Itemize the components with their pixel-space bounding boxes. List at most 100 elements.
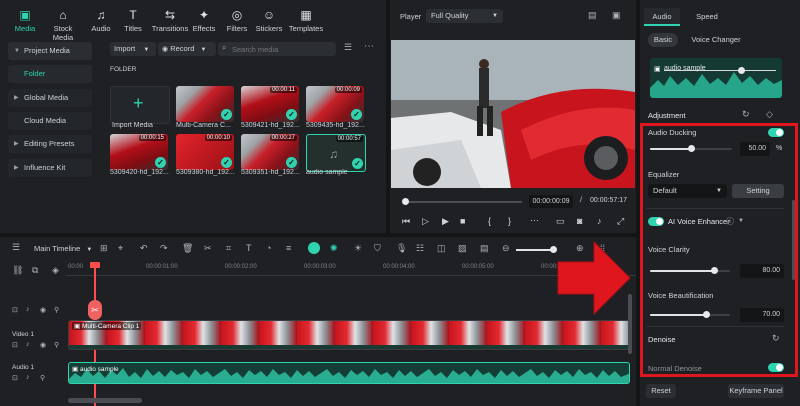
- import-dropdown[interactable]: Import ▼: [110, 42, 156, 56]
- delete-icon[interactable]: 🗑: [182, 243, 193, 254]
- toolbar-templates[interactable]: ▦ Templates: [287, 8, 325, 33]
- sidebar-item-folder[interactable]: Folder: [8, 65, 92, 83]
- import-media-tile[interactable]: +: [110, 86, 170, 124]
- subtab-voice-changer[interactable]: Voice Changer: [688, 33, 744, 47]
- toolbar-transitions[interactable]: ⇆ Transitions: [150, 8, 190, 33]
- camera-icon[interactable]: ◙: [577, 216, 582, 226]
- media-thumb-audio-sample[interactable]: 00:00:57 ♫ ✓: [306, 134, 366, 172]
- toolbar-media[interactable]: ▣ Media: [8, 8, 42, 33]
- ai-voice-enhancer-toggle[interactable]: [648, 217, 664, 226]
- prev-frame-icon[interactable]: ⏮: [402, 216, 410, 227]
- layout-icon[interactable]: ⊞: [100, 243, 108, 254]
- record-dropdown[interactable]: ◉ Record ▼: [158, 42, 216, 56]
- redo-icon[interactable]: ↷: [160, 243, 168, 254]
- play-icon[interactable]: ▶: [442, 216, 449, 227]
- help-icon[interactable]: ⓘ: [726, 216, 734, 227]
- link-icon[interactable]: ⛓: [12, 265, 23, 276]
- select-tool-icon[interactable]: ⌖: [118, 243, 123, 254]
- track-lock-icon[interactable]: ⊡: [12, 306, 18, 314]
- track-lock-icon[interactable]: ⊡: [12, 341, 18, 349]
- stop-icon[interactable]: ■: [460, 216, 465, 226]
- speech-icon[interactable]: ◫: [437, 243, 446, 254]
- more-icon[interactable]: ⋯: [364, 41, 374, 52]
- sun-icon[interactable]: ☀: [354, 243, 362, 254]
- toolbar-titles[interactable]: T Titles: [116, 8, 150, 33]
- toolbar-stock-media[interactable]: ⌂ Stock Media: [44, 8, 82, 42]
- equalizer-setting-button[interactable]: Setting: [732, 184, 784, 198]
- audio-ducking-slider[interactable]: [650, 145, 732, 152]
- volume-icon[interactable]: ♪: [597, 216, 602, 226]
- sidebar-item-cloud-media[interactable]: Cloud Media: [8, 112, 92, 130]
- search-box[interactable]: ⌕: [218, 42, 336, 56]
- media-thumb[interactable]: 00:00:27 ✓: [241, 134, 299, 170]
- player-progress-knob[interactable]: [402, 198, 409, 205]
- list-icon[interactable]: ☷: [416, 243, 424, 254]
- toolbar-filters[interactable]: ◎ Filters: [220, 8, 254, 33]
- track-settings-icon[interactable]: ⧉: [32, 265, 38, 276]
- quality-dropdown[interactable]: Full Quality ▼: [426, 9, 503, 23]
- reset-button[interactable]: Reset: [646, 384, 676, 398]
- mark-out-icon[interactable]: }: [508, 216, 511, 226]
- tab-audio[interactable]: Audio: [644, 8, 680, 26]
- sidebar-item-editing-presets[interactable]: ▶ Editing Presets: [8, 135, 92, 153]
- voice-clarity-value[interactable]: 80.00: [740, 264, 784, 278]
- split-icon[interactable]: ✂: [204, 243, 212, 254]
- sidebar-item-influence-kit[interactable]: ▶ Influence Kit: [8, 159, 92, 177]
- render-icon[interactable]: [308, 242, 320, 254]
- playhead-scissors[interactable]: ✂: [88, 300, 102, 320]
- undo-icon[interactable]: ↶: [140, 243, 148, 254]
- property-panel-scrollbar[interactable]: [792, 200, 795, 280]
- speed-icon[interactable]: ◔: [266, 243, 271, 253]
- track-volume-icon[interactable]: ♪: [26, 374, 30, 381]
- audio-waveform-preview[interactable]: ▣ audio sample: [650, 58, 782, 98]
- reset-icon[interactable]: ↻: [742, 109, 750, 120]
- microphone-icon[interactable]: 🎙: [396, 243, 407, 254]
- caption-icon[interactable]: ▤: [480, 243, 489, 254]
- display-icon[interactable]: ▭: [556, 216, 565, 227]
- audio-clip[interactable]: [68, 362, 630, 384]
- timeline-list-icon[interactable]: ☰: [12, 242, 20, 253]
- audio-ducking-knob[interactable]: [688, 145, 695, 152]
- toolbar-stickers[interactable]: ☺ Stickers: [252, 8, 286, 33]
- playhead-handle[interactable]: [90, 262, 100, 268]
- voice-clarity-slider[interactable]: [650, 267, 730, 274]
- toolbar-audio[interactable]: ♫ Audio: [84, 8, 118, 33]
- timeline-horizontal-scrollbar[interactable]: [68, 398, 142, 403]
- toolbar-effects[interactable]: ✦ Effects: [187, 8, 221, 33]
- keyframe-icon[interactable]: ◇: [766, 109, 773, 120]
- fullscreen-icon[interactable]: ⤢: [617, 216, 624, 227]
- image-icon[interactable]: ▨: [458, 243, 467, 254]
- track-link-icon[interactable]: ⚲: [54, 341, 59, 349]
- search-input[interactable]: [232, 43, 332, 55]
- sidebar-item-global-media[interactable]: ▶ Global Media: [8, 89, 92, 107]
- preview-level-knob[interactable]: [738, 67, 745, 74]
- voice-clarity-knob[interactable]: [711, 267, 718, 274]
- text-icon[interactable]: T: [246, 243, 252, 253]
- media-thumb[interactable]: 00:00:10 ✓: [176, 134, 234, 170]
- mark-in-icon[interactable]: {: [488, 216, 491, 226]
- voice-beautification-value[interactable]: 70.00: [740, 308, 784, 322]
- track-link-icon[interactable]: ⚲: [40, 374, 45, 382]
- track-lock-icon[interactable]: ⊡: [12, 374, 18, 382]
- more-icon[interactable]: ⋯: [530, 215, 539, 226]
- media-thumb[interactable]: ✓: [176, 86, 234, 122]
- player-progress-track[interactable]: [404, 201, 522, 203]
- shield-icon[interactable]: ⛉: [374, 243, 381, 254]
- track-link-icon[interactable]: ⚲: [54, 306, 59, 314]
- denoise-reset-icon[interactable]: ↻: [772, 333, 780, 344]
- chevron-down-icon[interactable]: ▼: [738, 218, 744, 224]
- adjust-icon[interactable]: ≡: [286, 243, 291, 253]
- grid-view-icon[interactable]: ▤: [588, 10, 597, 21]
- voice-beautification-slider[interactable]: [650, 311, 730, 318]
- track-volume-icon[interactable]: ♪: [26, 306, 30, 313]
- video-preview[interactable]: [391, 40, 635, 188]
- subtab-basic[interactable]: Basic: [648, 33, 678, 47]
- keyframe-panel-button[interactable]: Keyframe Panel: [728, 384, 784, 398]
- filter-icon[interactable]: ☰: [344, 42, 352, 53]
- timeline-name[interactable]: Main Timeline ▼: [34, 244, 92, 253]
- zoom-out-icon[interactable]: ⊖: [502, 243, 510, 254]
- audio-ducking-toggle[interactable]: [768, 128, 784, 137]
- voice-beautification-knob[interactable]: [703, 311, 710, 318]
- play-reverse-icon[interactable]: ▷: [422, 216, 429, 227]
- video-clip[interactable]: [68, 320, 630, 350]
